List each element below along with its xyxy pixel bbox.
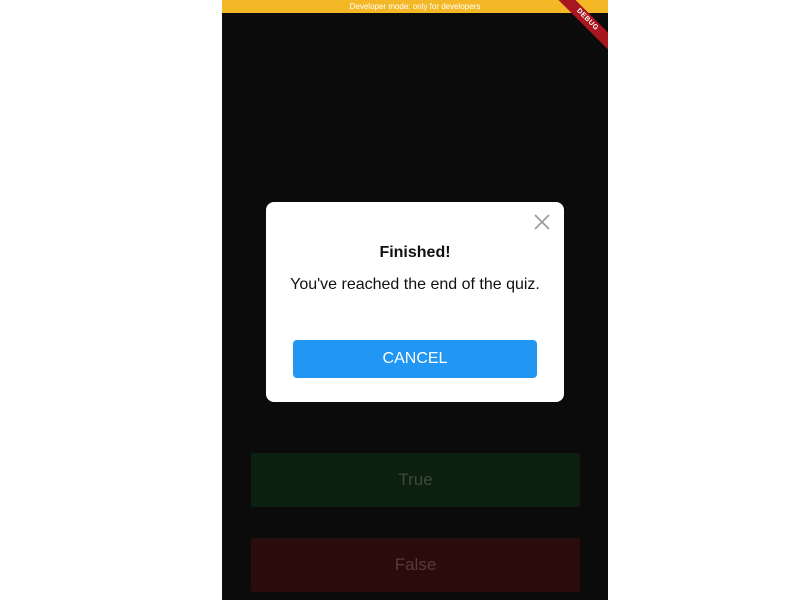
finished-dialog: Finished! You've reached the end of the …: [266, 202, 564, 402]
dialog-title: Finished!: [379, 244, 451, 261]
developer-mode-banner: Developer mode: only for developers: [222, 0, 608, 13]
dialog-description: You've reached the end of the quiz.: [290, 276, 540, 293]
cancel-button[interactable]: CANCEL: [293, 340, 537, 378]
false-button[interactable]: False: [251, 538, 580, 592]
close-icon[interactable]: [532, 212, 552, 232]
true-button[interactable]: True: [251, 453, 580, 507]
